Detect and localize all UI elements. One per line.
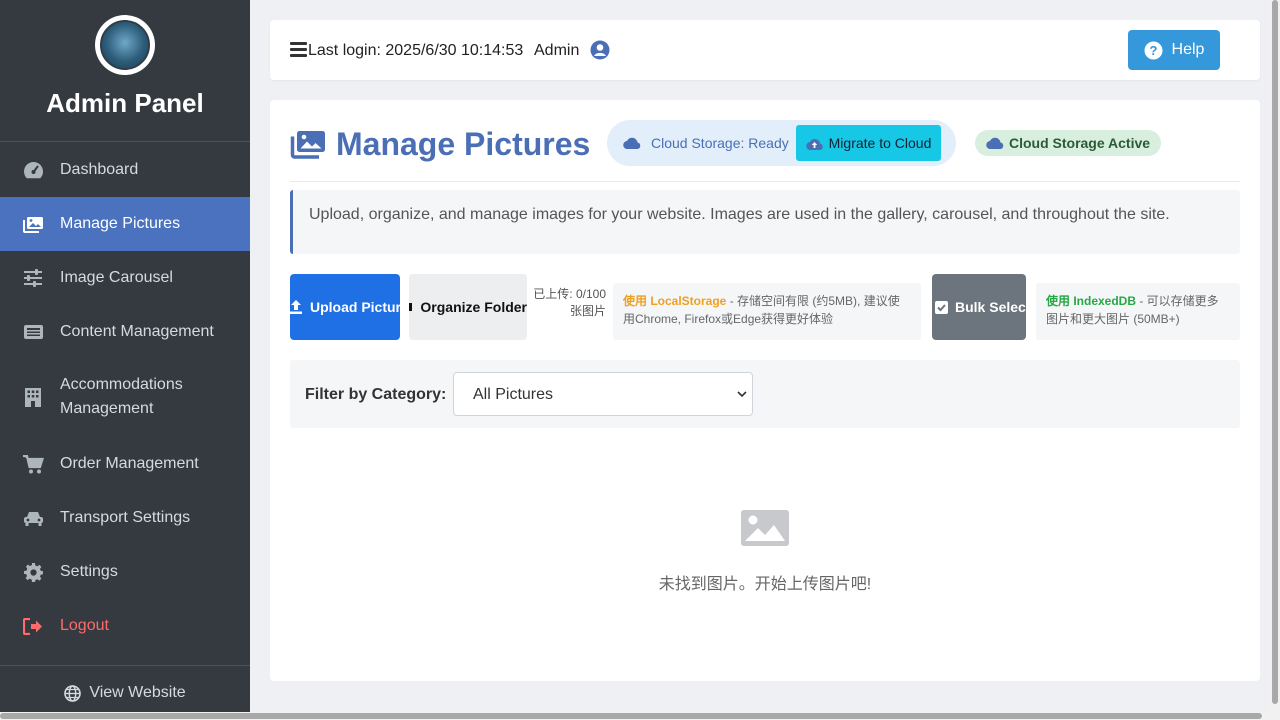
user-name: Admin: [534, 42, 580, 59]
sidebar-item-accommodations[interactable]: Accommodations Management: [0, 359, 250, 435]
page-title: Manage Pictures: [336, 126, 591, 162]
organize-folder-button[interactable]: Organize Folder: [409, 274, 527, 340]
sidebar-item-label: Image Carousel: [60, 269, 173, 286]
sidebar: Admin Panel Dashboard Manage Pictures Im…: [0, 0, 250, 720]
cloud-status: Cloud Storage: Ready: [623, 135, 789, 151]
cloud-icon: [986, 137, 1004, 149]
cart-icon: [22, 454, 44, 474]
sidebar-item-dashboard[interactable]: Dashboard: [0, 143, 250, 197]
sidebar-item-label: Accommodations Management: [60, 376, 183, 417]
help-button[interactable]: ? Help: [1128, 30, 1220, 70]
building-icon: [22, 387, 44, 407]
question-circle-icon: ?: [1144, 41, 1163, 60]
sidebar-item-label: Order Management: [60, 455, 199, 472]
sidebar-item-image-carousel[interactable]: Image Carousel: [0, 251, 250, 305]
cloud-active-badge: Cloud Storage Active: [975, 130, 1161, 156]
menu-toggle-icon[interactable]: [290, 42, 307, 57]
bulk-select-button[interactable]: Bulk Select: [932, 274, 1026, 340]
migrate-to-cloud-button[interactable]: Migrate to Cloud: [796, 125, 941, 161]
user-circle-icon[interactable]: [590, 40, 610, 60]
cloud-status-text: Cloud Storage: Ready: [651, 135, 789, 151]
localstorage-notice: 使用 LocalStorage - 存储空间有限 (约5MB), 建议使用Chr…: [613, 283, 921, 340]
sidebar-item-label: Dashboard: [60, 161, 139, 178]
cloud-active-text: Cloud Storage Active: [1008, 135, 1151, 151]
last-login-text: Last login: 2025/6/30 10:14:53: [308, 42, 524, 59]
sidebar-item-label: Transport Settings: [60, 509, 191, 526]
sidebar-item-order-management[interactable]: Order Management: [0, 437, 250, 491]
cloud-storage-status: Cloud Storage: Ready Migrate to Cloud: [607, 120, 956, 166]
sidebar-item-label: Manage Pictures: [60, 215, 181, 232]
upload-label: Upload Picture: [310, 299, 400, 315]
dashboard-icon: [22, 160, 44, 180]
logout-icon: [22, 616, 44, 636]
organize-label: Organize Folder: [420, 299, 527, 315]
filter-label: Filter by Category:: [305, 386, 447, 403]
indexeddb-highlight: 使用 IndexedDB: [1046, 294, 1137, 308]
localstorage-highlight: 使用 LocalStorage: [623, 294, 727, 308]
info-box: Upload, organize, and manage images for …: [290, 190, 1240, 254]
divider: [290, 181, 1240, 182]
empty-state-text: 未找到图片。开始上传图片吧!: [658, 576, 872, 593]
sidebar-brand: Admin Panel: [0, 0, 250, 142]
globe-icon: [64, 684, 82, 702]
upload-picture-button[interactable]: Upload Picture: [290, 274, 400, 340]
sidebar-item-settings[interactable]: Settings: [0, 545, 250, 599]
category-selected-value: All Pictures: [473, 386, 554, 403]
filter-bar: Filter by Category: All Pictures: [290, 360, 1240, 428]
content-icon: [22, 322, 44, 342]
check-square-icon: [935, 300, 948, 314]
sidebar-item-label: Logout: [60, 617, 109, 634]
brand-logo: [95, 15, 155, 75]
sidebar-item-label: Content Management: [60, 323, 214, 340]
main-panel: Manage Pictures Cloud Storage: Ready Mig…: [270, 100, 1260, 681]
images-icon: [22, 214, 44, 234]
page-heading: Manage Pictures: [290, 126, 590, 163]
sidebar-item-content-management[interactable]: Content Management: [0, 305, 250, 359]
vertical-scrollbar[interactable]: [1270, 0, 1280, 720]
category-select[interactable]: All Pictures: [453, 372, 753, 416]
indexeddb-notice: 使用 IndexedDB - 可以存储更多图片和更大图片 (50MB+): [1036, 283, 1240, 340]
folder-icon: [409, 303, 413, 311]
bulk-label: Bulk Select: [955, 299, 1026, 315]
sliders-icon: [22, 268, 44, 288]
svg-text:?: ?: [1149, 43, 1157, 58]
horizontal-scrollbar[interactable]: [0, 712, 1270, 720]
sidebar-item-label: Settings: [60, 563, 118, 580]
cloud-icon: [623, 137, 641, 149]
upload-icon: [290, 300, 302, 314]
sidebar-item-transport-settings[interactable]: Transport Settings: [0, 491, 250, 545]
sidebar-item-manage-pictures[interactable]: Manage Pictures: [0, 197, 250, 251]
view-website-label: View Website: [89, 684, 186, 701]
top-bar: Last login: 2025/6/30 10:14:53 Admin ? H…: [270, 20, 1260, 80]
car-icon: [22, 508, 44, 528]
cloud-upload-icon: [805, 137, 823, 150]
help-label: Help: [1171, 41, 1205, 58]
sidebar-item-logout[interactable]: Logout: [0, 599, 250, 653]
brand-title: Admin Panel: [46, 88, 204, 118]
images-icon: [290, 130, 326, 160]
chevron-down-icon: [736, 387, 748, 399]
migrate-label: Migrate to Cloud: [828, 135, 932, 151]
image-placeholder-icon: [740, 507, 790, 547]
upload-count: 已上传: 0/100 张图片: [533, 287, 606, 318]
gear-icon: [22, 562, 44, 582]
